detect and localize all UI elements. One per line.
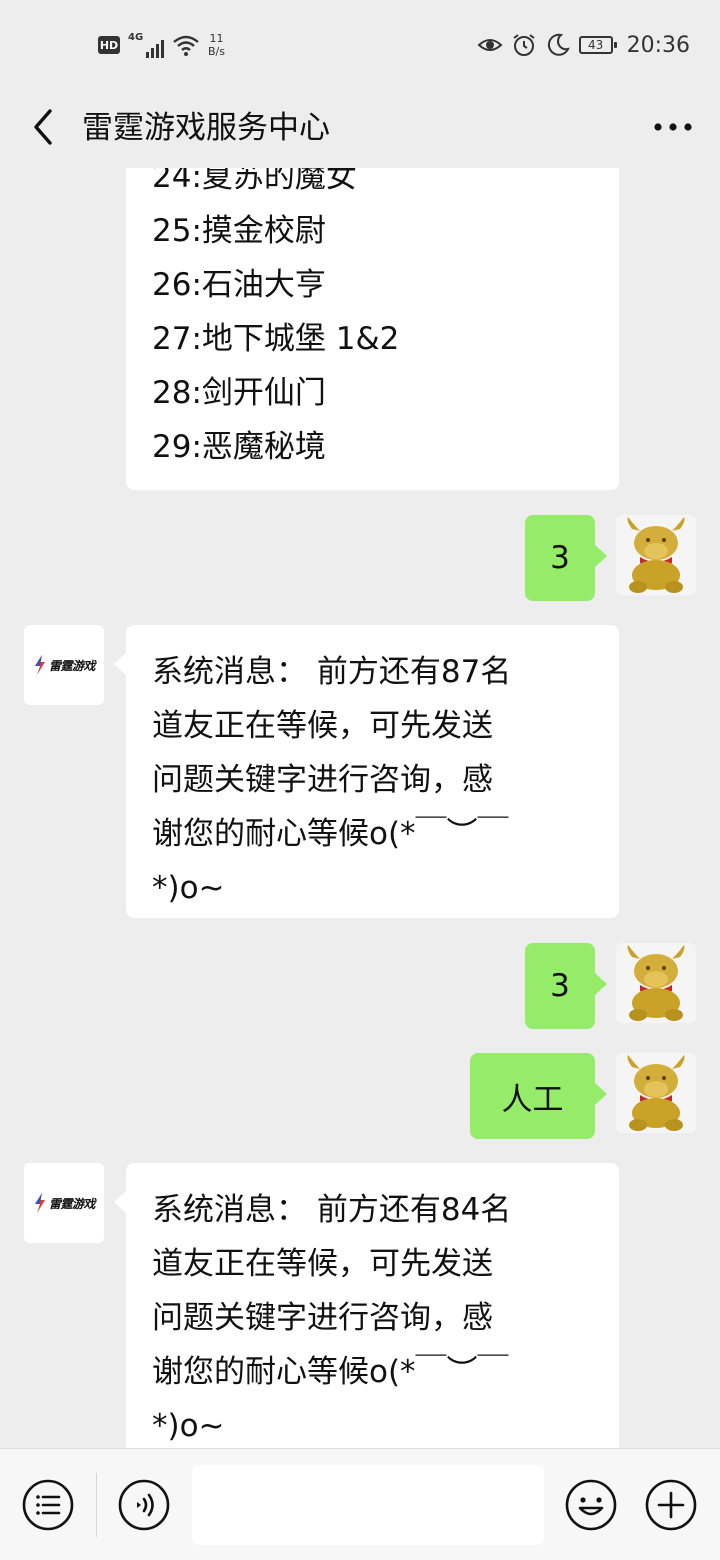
message-line: 谢您的耐心等候o(*￣︶￣ (152, 1354, 509, 1390)
list-menu-icon (22, 1479, 74, 1531)
golden-ox-avatar-icon (616, 943, 696, 1023)
hd-badge: HD (98, 36, 120, 54)
lightning-logo-icon (34, 1193, 45, 1213)
battery-icon: 43 (578, 36, 617, 54)
more-dots-icon (654, 123, 692, 131)
service-logo: 雷霆游戏 (33, 654, 96, 676)
golden-ox-avatar-icon (616, 1053, 696, 1133)
alarm-icon (512, 34, 535, 56)
service-brand: 雷霆游戏 (48, 1196, 96, 1211)
game-list-item: 25:摸金校尉 (152, 213, 326, 249)
eye-icon (477, 39, 503, 51)
service-brand: 雷霆游戏 (48, 658, 96, 673)
input-bar (0, 1448, 720, 1560)
network-speed: 11 B/s (208, 32, 225, 58)
status-bar: HD 4G 11 B/s 43 20:36 (0, 0, 720, 88)
emoji-icon (565, 1479, 617, 1531)
divider (96, 1473, 97, 1537)
message-line: 道友正在等候，可先发送 (152, 708, 493, 744)
outgoing-message[interactable]: 3 (525, 515, 607, 601)
more-button[interactable] (648, 102, 698, 152)
emoji-button[interactable] (563, 1477, 619, 1533)
incoming-message[interactable]: 系统消息： 前方还有84名 道友正在等候，可先发送 问题关键字进行咨询，感 谢您… (114, 1163, 619, 1448)
game-list-item: 27:地下城堡 1&2 (152, 321, 400, 357)
game-list-item: 24:夏苏的魔女 (152, 168, 357, 195)
status-right: 43 20:36 (477, 28, 690, 62)
moon-icon (547, 33, 570, 56)
message-text: 3 (550, 540, 570, 576)
lightning-logo-icon (34, 655, 45, 675)
game-list-item: 26:石油大亨 (152, 267, 326, 303)
outgoing-message[interactable]: 3 (525, 943, 607, 1029)
user-avatar[interactable] (616, 515, 696, 595)
wifi-icon (173, 35, 199, 56)
chevron-left-icon (34, 109, 52, 145)
network-type: 4G (128, 32, 144, 43)
user-avatar[interactable] (616, 943, 696, 1023)
service-avatar[interactable]: 雷霆游戏 (24, 1163, 104, 1243)
incoming-message[interactable]: 系统消息： 前方还有87名 道友正在等候，可先发送 问题关键字进行咨询，感 谢您… (114, 625, 619, 918)
plus-button[interactable] (643, 1477, 699, 1533)
message-line: 问题关键字进行咨询，感 (152, 762, 493, 798)
message-line: 道友正在等候，可先发送 (152, 1246, 493, 1282)
plus-icon (645, 1479, 697, 1531)
voice-button[interactable] (116, 1477, 172, 1533)
message-line: 系统消息： 前方还有87名 (152, 654, 512, 690)
title-bar: 雷霆游戏服务中心 (0, 88, 720, 168)
voice-icon (118, 1479, 170, 1531)
message-line: *)o~ (152, 1408, 225, 1444)
game-list-item: 28:剑开仙门 (152, 375, 326, 411)
outgoing-message[interactable]: 人工 (470, 1053, 607, 1139)
user-avatar[interactable] (616, 1053, 696, 1133)
message-input[interactable] (192, 1465, 544, 1545)
service-avatar[interactable]: 雷霆游戏 (24, 625, 104, 705)
message-text: 3 (550, 968, 570, 1004)
message-line: *)o~ (152, 870, 225, 906)
message-line: 谢您的耐心等候o(*￣︶￣ (152, 816, 509, 852)
status-left: HD 4G 11 B/s (98, 28, 225, 62)
message-line: 问题关键字进行咨询，感 (152, 1300, 493, 1336)
service-logo: 雷霆游戏 (33, 1192, 96, 1214)
menu-button[interactable] (20, 1477, 76, 1533)
message-text: 人工 (501, 1081, 564, 1118)
clock: 20:36 (626, 32, 690, 58)
game-list-item: 29:恶魔秘境 (152, 429, 326, 465)
golden-ox-avatar-icon (616, 515, 696, 595)
back-button[interactable] (18, 102, 68, 152)
chat-area[interactable]: 24:夏苏的魔女 25:摸金校尉 26:石油大亨 27:地下城堡 1&2 28:… (0, 168, 720, 1448)
game-list-message[interactable]: 24:夏苏的魔女 25:摸金校尉 26:石油大亨 27:地下城堡 1&2 28:… (126, 168, 619, 490)
page-title: 雷霆游戏服务中心 (82, 110, 330, 146)
message-line: 系统消息： 前方还有84名 (152, 1192, 512, 1228)
cellular-signal-icon: 4G (128, 32, 164, 58)
